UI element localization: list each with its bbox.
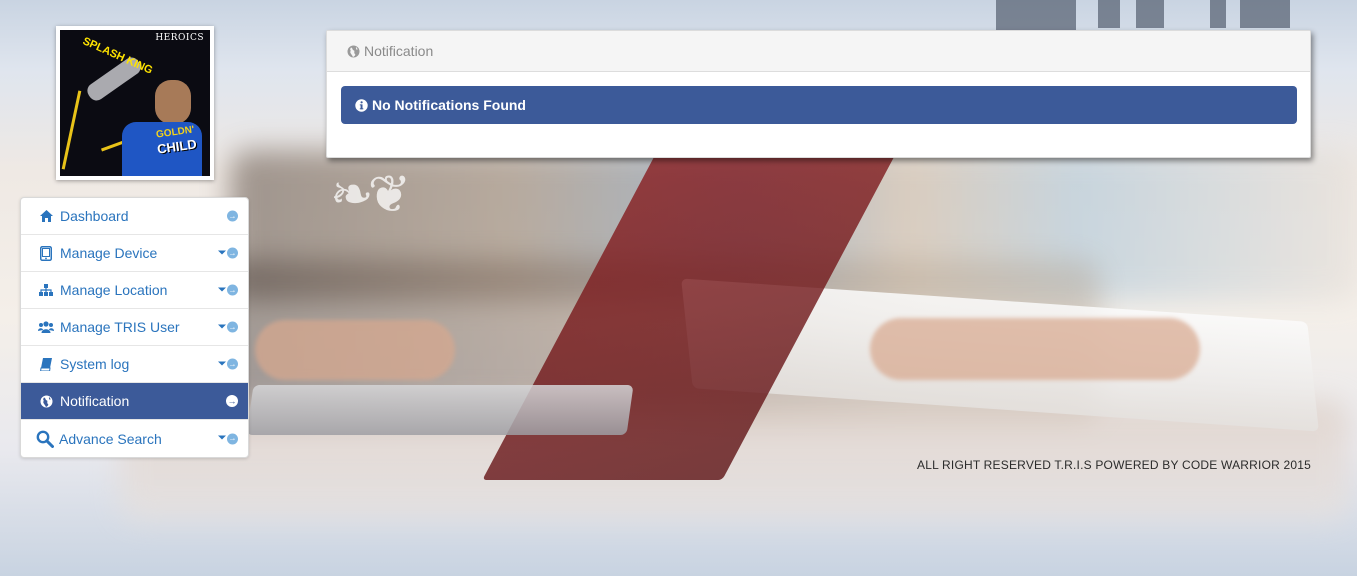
sidebar-item-manage-tris-user[interactable]: Manage TRIS User → [21, 309, 248, 346]
profile-image: HEROICS SPLASH KING GOLDN' CHILD [60, 30, 210, 176]
sidebar-item-label: Dashboard [60, 208, 129, 224]
arrow-circle-right-icon: → [227, 433, 238, 444]
arrow-circle-right-icon: → [226, 395, 238, 407]
sidebar-item-label: Advance Search [59, 430, 162, 447]
alert-message: No Notifications Found [372, 97, 526, 113]
sidebar-item-dashboard[interactable]: Dashboard → [21, 198, 248, 235]
caret-down-icon [218, 287, 226, 291]
sidebar-menu: Dashboard → Manage Device → Manage Locat… [20, 197, 249, 458]
sidebar-item-label: Manage Location [60, 282, 168, 298]
notification-panel: Notification No Notifications Found [326, 30, 1311, 158]
sidebar-item-manage-device[interactable]: Manage Device → [21, 235, 248, 272]
background-book-spine [1210, 0, 1226, 28]
sidebar-item-manage-location[interactable]: Manage Location → [21, 272, 248, 309]
profile-picture: HEROICS SPLASH KING GOLDN' CHILD [56, 26, 214, 180]
sidebar-item-indicator: → [218, 284, 238, 296]
sidebar-item-label: Manage TRIS User [60, 319, 180, 335]
sidebar-item-indicator: → [218, 247, 238, 259]
background-books-stack [996, 0, 1076, 30]
caret-down-icon [218, 435, 226, 440]
background-hand-left [255, 320, 455, 380]
arrow-circle-right-icon: → [227, 321, 238, 333]
arrow-circle-right-icon: → [227, 358, 238, 370]
profile-image-head [155, 80, 191, 124]
background-book-spine [1240, 0, 1290, 28]
background-book-spine [1136, 0, 1164, 28]
info-circle-icon [355, 98, 368, 112]
sidebar-item-advance-search[interactable]: Advance Search → [21, 420, 248, 457]
globe-icon [347, 45, 360, 58]
caret-down-icon [218, 361, 226, 365]
arrow-circle-right-icon: → [227, 247, 238, 259]
sidebar-item-indicator: → [218, 433, 238, 444]
panel-title: Notification [364, 43, 434, 59]
sitemap-icon [37, 281, 55, 299]
profile-image-stroke [61, 90, 82, 170]
background-hand-right [870, 318, 1200, 380]
sidebar-item-indicator: → [227, 210, 238, 222]
panel-heading: Notification [327, 31, 1310, 72]
home-icon [37, 207, 55, 225]
info-alert: No Notifications Found [341, 86, 1297, 124]
tablet-icon [37, 244, 55, 262]
sidebar-item-indicator: → [226, 395, 238, 407]
users-icon [37, 318, 55, 336]
background-laptop-keyboard [246, 385, 634, 435]
caret-down-icon [218, 324, 226, 328]
sidebar-item-indicator: → [218, 321, 238, 333]
sidebar-item-notification[interactable]: Notification → [21, 383, 248, 420]
sidebar-item-label: Manage Device [60, 245, 158, 261]
background-book-spine [1098, 0, 1120, 28]
globe-icon [37, 392, 55, 410]
footer-copyright: ALL RIGHT RESERVED T.R.I.S POWERED BY CO… [917, 458, 1311, 472]
book-icon [37, 355, 55, 373]
profile-image-brand: HEROICS [155, 33, 204, 43]
sidebar-item-label: Notification [60, 393, 130, 409]
sidebar-item-system-log[interactable]: System log → [21, 346, 248, 383]
sidebar-item-label: System log [60, 356, 130, 372]
decorative-swirl-icon: ❧❦ [330, 166, 411, 224]
search-icon [36, 430, 54, 448]
caret-down-icon [218, 250, 226, 254]
arrow-circle-right-icon: → [227, 284, 238, 296]
arrow-circle-right-icon: → [227, 210, 238, 222]
sidebar-item-indicator: → [218, 358, 238, 370]
